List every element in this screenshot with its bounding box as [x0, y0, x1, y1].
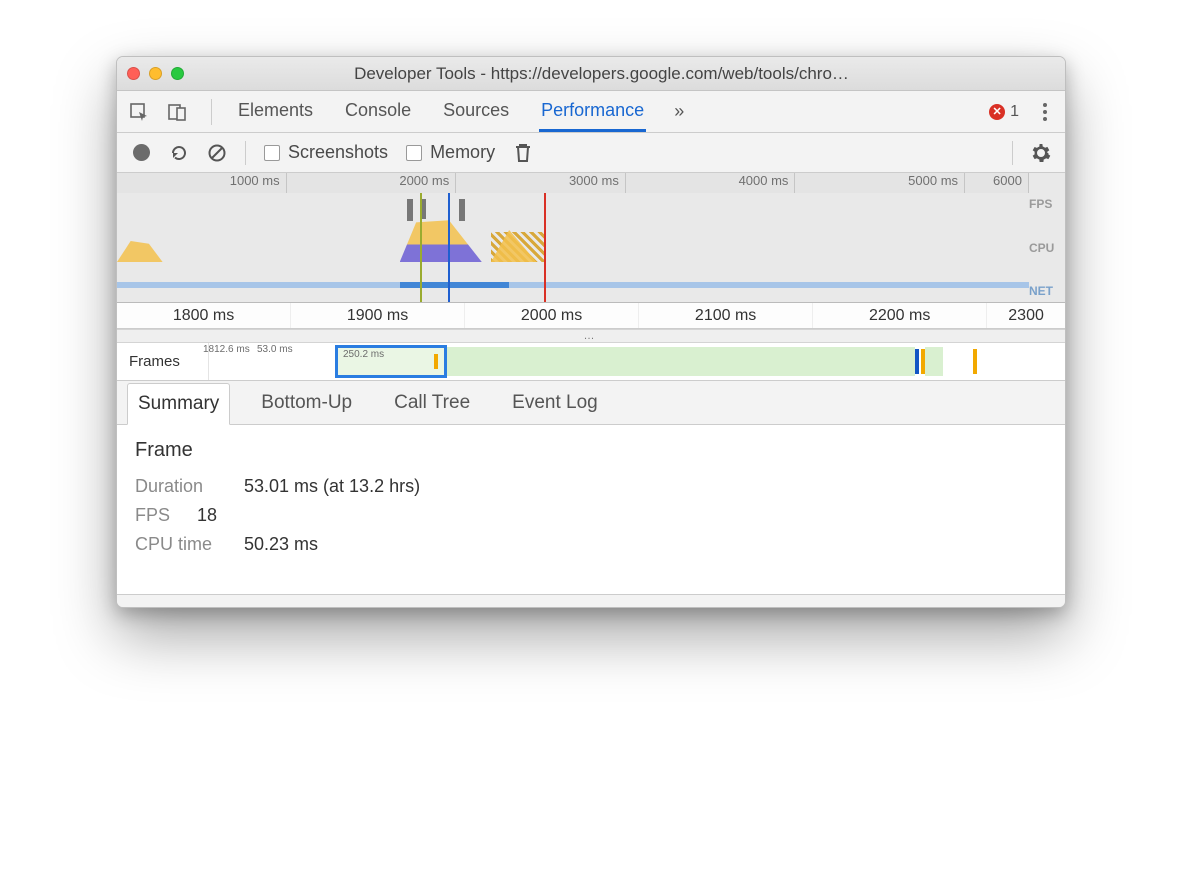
device-toggle-icon[interactable]: [167, 102, 187, 122]
lane-fps: FPS: [1029, 197, 1061, 211]
inspect-element-icon[interactable]: [129, 102, 149, 122]
frame-segment[interactable]: [925, 347, 943, 376]
reload-button[interactable]: [169, 143, 189, 163]
frames-row[interactable]: Frames 1812.6 ms 53.0 ms 250.2 ms: [117, 343, 1065, 381]
trash-icon[interactable]: [513, 143, 533, 163]
subtab-call-tree[interactable]: Call Tree: [383, 382, 481, 424]
ov-tick: 2000 ms: [287, 173, 457, 193]
overview-timeline[interactable]: 1000 ms 2000 ms 3000 ms 4000 ms 5000 ms …: [117, 173, 1065, 303]
detail-value: 53.01 ms (at 13.2 hrs): [244, 476, 420, 497]
memory-label: Memory: [430, 142, 495, 163]
more-tabs-icon[interactable]: »: [674, 101, 682, 122]
frames-label: Frames: [117, 343, 209, 380]
ov-tick: 3000 ms: [456, 173, 626, 193]
record-button[interactable]: [131, 143, 151, 163]
window-title: Developer Tools - https://developers.goo…: [198, 64, 1055, 84]
cpu-area: [117, 234, 163, 262]
zoom-tick: 1900 ms: [290, 303, 464, 328]
maximize-window-button[interactable]: [171, 67, 184, 80]
subtab-bottom-up[interactable]: Bottom-Up: [250, 382, 363, 424]
ov-tick: 5000 ms: [795, 173, 965, 193]
subtab-summary[interactable]: Summary: [127, 383, 230, 425]
titlebar: Developer Tools - https://developers.goo…: [117, 57, 1065, 91]
frame-marker: [915, 349, 919, 374]
error-indicator[interactable]: 1: [989, 103, 1019, 121]
zoom-tick: 2200 ms: [812, 303, 986, 328]
devtools-window: Developer Tools - https://developers.goo…: [116, 56, 1066, 608]
overview-lane-labels: FPS CPU NET: [1029, 193, 1061, 302]
net-segment: [400, 282, 509, 288]
fps-bars: [117, 197, 1029, 223]
detail-row: Duration 53.01 ms (at 13.2 hrs): [135, 476, 1047, 497]
tab-performance[interactable]: Performance: [539, 91, 646, 132]
marker-green: [420, 193, 422, 302]
details-title: Frame: [135, 439, 1047, 462]
marker-red: [544, 193, 546, 302]
ov-tick: 1000 ms: [117, 173, 287, 193]
frame-time-label: 53.0 ms: [257, 344, 293, 355]
section-divider[interactable]: …: [117, 329, 1065, 343]
toolbar-separator: [1012, 141, 1013, 165]
tab-sources[interactable]: Sources: [441, 91, 511, 132]
error-icon: [989, 104, 1005, 120]
performance-toolbar: Screenshots Memory: [117, 133, 1065, 173]
clear-button[interactable]: [207, 143, 227, 163]
zoom-tick: 2300: [986, 303, 1065, 328]
frame-segment[interactable]: [447, 347, 915, 376]
lane-cpu: CPU: [1029, 241, 1061, 255]
marker-blue: [448, 193, 450, 302]
tab-console[interactable]: Console: [343, 91, 413, 132]
memory-checkbox[interactable]: Memory: [406, 142, 495, 163]
zoom-ruler[interactable]: 1800 ms 1900 ms 2000 ms 2100 ms 2200 ms …: [117, 303, 1065, 329]
checkbox-icon: [406, 145, 422, 161]
screenshots-checkbox[interactable]: Screenshots: [264, 142, 388, 163]
settings-gear-icon[interactable]: [1031, 143, 1051, 163]
frame-time-label: 250.2 ms: [343, 349, 384, 360]
kebab-menu-icon[interactable]: [1037, 103, 1053, 121]
zoom-tick: 2100 ms: [638, 303, 812, 328]
detail-key: Duration: [135, 476, 230, 497]
detail-row: FPS 18: [135, 505, 1047, 526]
detail-key: FPS: [135, 505, 183, 526]
tab-elements[interactable]: Elements: [236, 91, 315, 132]
detail-row: CPU time 50.23 ms: [135, 534, 1047, 555]
details-panel: Frame Duration 53.01 ms (at 13.2 hrs) FP…: [117, 425, 1065, 595]
detail-key: CPU time: [135, 534, 230, 555]
frame-time-label: 1812.6 ms: [203, 344, 250, 355]
frames-track[interactable]: 1812.6 ms 53.0 ms 250.2 ms: [209, 343, 1065, 380]
minimize-window-button[interactable]: [149, 67, 162, 80]
overview-ruler: 1000 ms 2000 ms 3000 ms 4000 ms 5000 ms …: [117, 173, 1029, 193]
details-subtabs: Summary Bottom-Up Call Tree Event Log: [117, 381, 1065, 425]
frame-selected[interactable]: 250.2 ms: [335, 345, 447, 378]
zoom-tick: 1800 ms: [117, 303, 290, 328]
overview-chart: [117, 193, 1029, 302]
traffic-lights: [127, 67, 184, 80]
close-window-button[interactable]: [127, 67, 140, 80]
ov-tick: 6000: [965, 173, 1029, 193]
screenshots-label: Screenshots: [288, 142, 388, 163]
detail-value: 18: [197, 505, 217, 526]
net-band: [117, 282, 1029, 288]
tabbar-separator: [211, 99, 212, 125]
subtab-event-log[interactable]: Event Log: [501, 382, 609, 424]
frame-marker: [973, 349, 977, 374]
devtools-tabbar: Elements Console Sources Performance » 1: [117, 91, 1065, 133]
bottom-strip: [117, 595, 1065, 607]
tabs-container: Elements Console Sources Performance »: [236, 91, 971, 132]
error-count: 1: [1010, 103, 1019, 121]
cpu-area: [400, 218, 482, 262]
checkbox-icon: [264, 145, 280, 161]
zoom-tick: 2000 ms: [464, 303, 638, 328]
ov-tick: 4000 ms: [626, 173, 796, 193]
lane-net: NET: [1029, 284, 1061, 298]
toolbar-separator: [245, 141, 246, 165]
detail-value: 50.23 ms: [244, 534, 318, 555]
